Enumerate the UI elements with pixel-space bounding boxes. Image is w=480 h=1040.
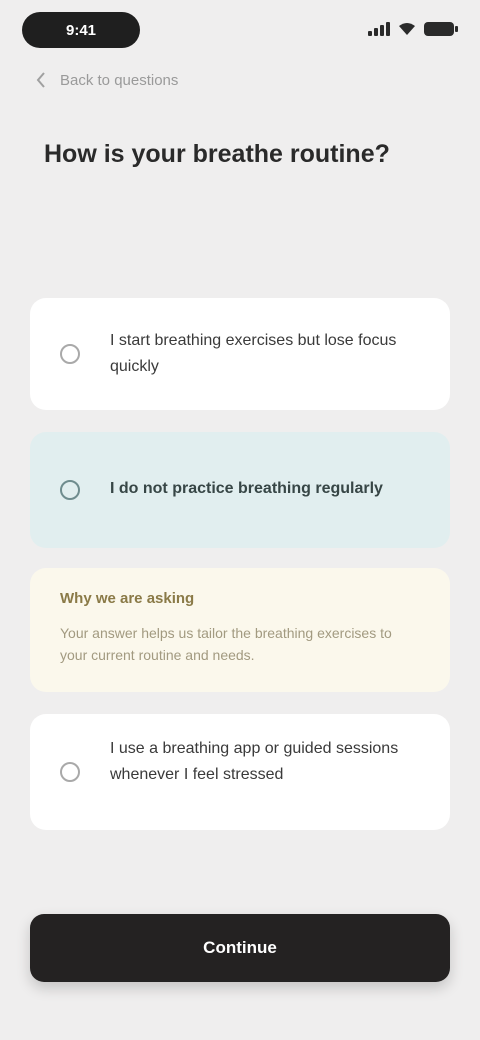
- radio-icon[interactable]: [60, 344, 80, 364]
- radio-icon[interactable]: [60, 480, 80, 500]
- page-title: How is your breathe routine?: [44, 140, 390, 168]
- wifi-icon: [398, 22, 416, 36]
- option-text: I use a breathing app or guided sessions…: [110, 740, 399, 783]
- status-icons: [368, 22, 458, 36]
- chevron-left-icon: [36, 70, 50, 90]
- option-text: I do not practice breathing regularly: [110, 480, 383, 497]
- option-card-3[interactable]: I use a breathing app or guided sessions…: [30, 714, 450, 830]
- hint-title: Why we are asking: [60, 590, 195, 607]
- option-card-1[interactable]: I start breathing exercises but lose foc…: [30, 298, 450, 410]
- back-link[interactable]: Back to questions: [36, 70, 178, 90]
- status-bar: 9:41: [0, 0, 480, 64]
- back-label: Back to questions: [60, 71, 179, 89]
- option-card-2-selected[interactable]: I do not practice breathing regularly: [30, 432, 450, 548]
- hint-body: Your answer helps us tailor the breathin…: [60, 625, 392, 663]
- hint-card: Why we are asking Your answer helps us t…: [30, 568, 450, 692]
- status-time: 9:41: [22, 12, 140, 48]
- battery-icon: [424, 22, 458, 36]
- option-text: I start breathing exercises but lose foc…: [110, 332, 397, 375]
- signal-icon: [368, 22, 390, 36]
- continue-button[interactable]: Continue: [30, 914, 450, 982]
- radio-icon[interactable]: [60, 762, 80, 782]
